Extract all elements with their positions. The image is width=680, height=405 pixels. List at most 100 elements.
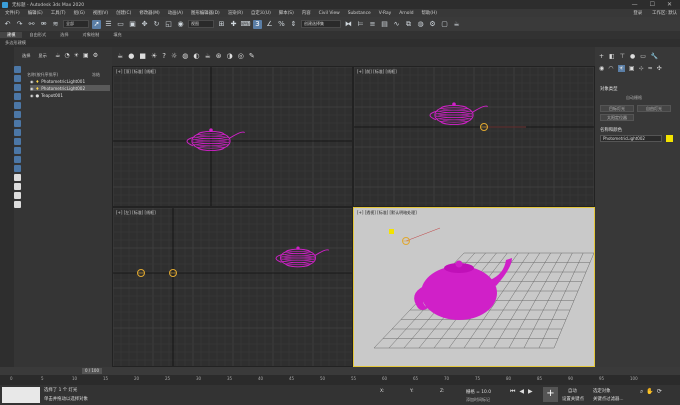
material-ball-icon[interactable]: ◐	[193, 52, 199, 60]
spacewarps-category-icon[interactable]: ≈	[648, 65, 653, 72]
group-filter-icon[interactable]	[14, 147, 21, 154]
named-selection-dropdown[interactable]: 创建选择集	[301, 20, 341, 28]
y-coord-label[interactable]: Y:	[410, 389, 414, 394]
auto-key-button[interactable]: 自动	[568, 388, 577, 394]
create-teapot-icon[interactable]: ☕	[117, 52, 123, 60]
viewport-label[interactable]: [+] [左] [标准] [线框]	[116, 210, 156, 216]
move-icon[interactable]: ✥	[140, 20, 149, 29]
menu-tools[interactable]: 工具(T)	[48, 10, 69, 16]
shapes-category-icon[interactable]: ◠	[608, 65, 613, 72]
light-filter-icon[interactable]: ☀	[74, 52, 79, 59]
camera-filter-side-icon[interactable]	[14, 120, 21, 127]
orbit-icon[interactable]: ⟳	[657, 388, 662, 396]
helper-filter-icon[interactable]: ⚙	[93, 52, 98, 59]
object-color-swatch[interactable]	[666, 135, 673, 142]
rect-select-icon[interactable]: ▭	[116, 20, 125, 29]
link-icon[interactable]: ⚯	[27, 20, 36, 29]
mesh-icon[interactable]: ⊛	[216, 52, 222, 60]
visibility-eye-icon[interactable]: ◉	[30, 93, 34, 98]
maximize-icon[interactable]: ☐	[650, 1, 655, 8]
select-by-name-icon[interactable]: ☰	[104, 20, 113, 29]
teapot-front-wire[interactable]	[429, 102, 488, 126]
render-tea-icon[interactable]: ☕	[205, 52, 211, 60]
reference-coord-dropdown[interactable]: 视图	[188, 20, 214, 28]
align-icon[interactable]: ⊨	[356, 20, 365, 29]
menu-scripting[interactable]: 脚本(S)	[276, 10, 297, 16]
menu-modifiers[interactable]: 修改器(M)	[136, 10, 162, 16]
ribbon-tab-object-paint[interactable]: 对象绘制	[76, 32, 107, 38]
ribbon-tab-populate[interactable]: 填充	[106, 32, 128, 38]
select-manipulate-icon[interactable]: ✚	[229, 20, 238, 29]
snap-toggle-icon[interactable]: 3	[253, 19, 262, 29]
find-icon[interactable]	[14, 201, 21, 208]
ribbon-tab-selection[interactable]: 选择	[53, 32, 75, 38]
key-filters-button[interactable]: 关键点过滤器...	[593, 396, 624, 402]
viewport-front[interactable]: [+] [前] [标准] [线框]	[353, 66, 595, 207]
angle-snap-icon[interactable]: ∠	[265, 20, 274, 29]
viewport-perspective[interactable]: [+] [透视] [标准] [默认明暗处理]	[353, 207, 595, 367]
teapot-perspective[interactable]	[414, 258, 512, 320]
viewport-left[interactable]: [+] [左] [标准] [线框]	[112, 207, 353, 367]
bind-icon[interactable]: ≋	[51, 20, 60, 29]
light-front-icon[interactable]	[480, 123, 488, 131]
hidden-filter-icon[interactable]	[14, 192, 21, 199]
frozen-filter-icon[interactable]	[14, 183, 21, 190]
viewport-label[interactable]: [+] [前] [标准] [线框]	[357, 69, 397, 75]
create-box-icon[interactable]: ■	[139, 52, 146, 60]
spinner-snap-icon[interactable]: ⇕	[289, 20, 298, 29]
menu-file[interactable]: 文件(F)	[2, 10, 23, 16]
explorer-row[interactable]: ◉ ♦ PhotometricLight001	[30, 78, 110, 84]
menu-civil-view[interactable]: Civil View	[316, 11, 343, 16]
geometry-filter-icon[interactable]	[14, 93, 21, 100]
free-light-button[interactable]: 自由灯光	[637, 105, 671, 112]
polygon-modeling-label[interactable]: 多边形建模	[5, 40, 26, 46]
select-all-icon[interactable]	[14, 66, 21, 73]
set-key-big-icon[interactable]: +	[543, 387, 558, 402]
cameras-category-icon[interactable]: ▣	[629, 65, 635, 72]
sun-icon[interactable]: ☼	[171, 52, 177, 60]
sun-positioner-button[interactable]: 太阳定位器	[600, 114, 634, 121]
object-name-field[interactable]: PhotometricLight002	[600, 135, 662, 142]
explorer-tab-select[interactable]: 选择	[22, 53, 30, 59]
zoom-icon[interactable]: ⌕	[640, 388, 643, 396]
z-coord-label[interactable]: Z:	[440, 389, 445, 394]
user-login[interactable]: 登录	[630, 10, 645, 16]
render-icon[interactable]: ☕	[452, 20, 461, 29]
light-left-icon[interactable]	[137, 269, 145, 277]
select-object-icon[interactable]: ➚	[92, 19, 101, 29]
unlink-icon[interactable]: ⚮	[39, 20, 48, 29]
select-none-icon[interactable]	[14, 75, 21, 82]
menu-graph-editors[interactable]: 图形编辑器(D)	[188, 10, 223, 16]
globe-icon[interactable]: ◍	[182, 52, 188, 60]
set-key-button[interactable]: 设置关键点	[562, 396, 584, 402]
viewport-label[interactable]: [+] [顶] [标准] [线框]	[116, 69, 156, 75]
object-type-header[interactable]: 对象类型	[600, 86, 618, 92]
place-icon[interactable]: ◉	[176, 20, 185, 29]
scale-icon[interactable]: ◱	[164, 20, 173, 29]
go-start-icon[interactable]: ⏮	[510, 388, 515, 396]
teapot-top-wire[interactable]	[186, 128, 245, 152]
menu-arnold[interactable]: Arnold	[396, 11, 416, 16]
menu-view[interactable]: 视图(V)	[90, 10, 111, 16]
invert-icon[interactable]	[14, 84, 21, 91]
scene-icon[interactable]: ◑	[227, 52, 233, 60]
teapot-filter-icon[interactable]: ☕	[55, 52, 60, 59]
menu-create[interactable]: 创建(C)	[113, 10, 134, 16]
selected-object-dropdown[interactable]: 选定对象	[593, 388, 611, 394]
light-create-icon[interactable]: ☀	[151, 52, 157, 60]
selection-filter-dropdown[interactable]: 全部	[63, 20, 89, 28]
create-sphere-icon[interactable]: ●	[128, 52, 134, 60]
name-color-header[interactable]: 名称和颜色	[600, 127, 622, 133]
visibility-eye-icon[interactable]: ◉	[30, 86, 34, 91]
menu-substance[interactable]: Substance	[345, 11, 374, 16]
viewport-top[interactable]: [+] [顶] [标准] [线框]	[112, 66, 353, 207]
create-tab-icon[interactable]: +	[599, 53, 604, 60]
minimize-icon[interactable]: —	[632, 1, 638, 8]
light-filter-side-icon[interactable]	[14, 111, 21, 118]
menu-rendering[interactable]: 渲染(R)	[225, 10, 246, 16]
light-perspective-icon[interactable]	[402, 237, 410, 245]
menu-content[interactable]: 内容	[299, 10, 314, 16]
modify-tab-icon[interactable]: ◧	[609, 53, 615, 60]
time-slider-track[interactable]: 0 / 100	[0, 367, 680, 375]
xref-filter-icon[interactable]	[14, 156, 21, 163]
